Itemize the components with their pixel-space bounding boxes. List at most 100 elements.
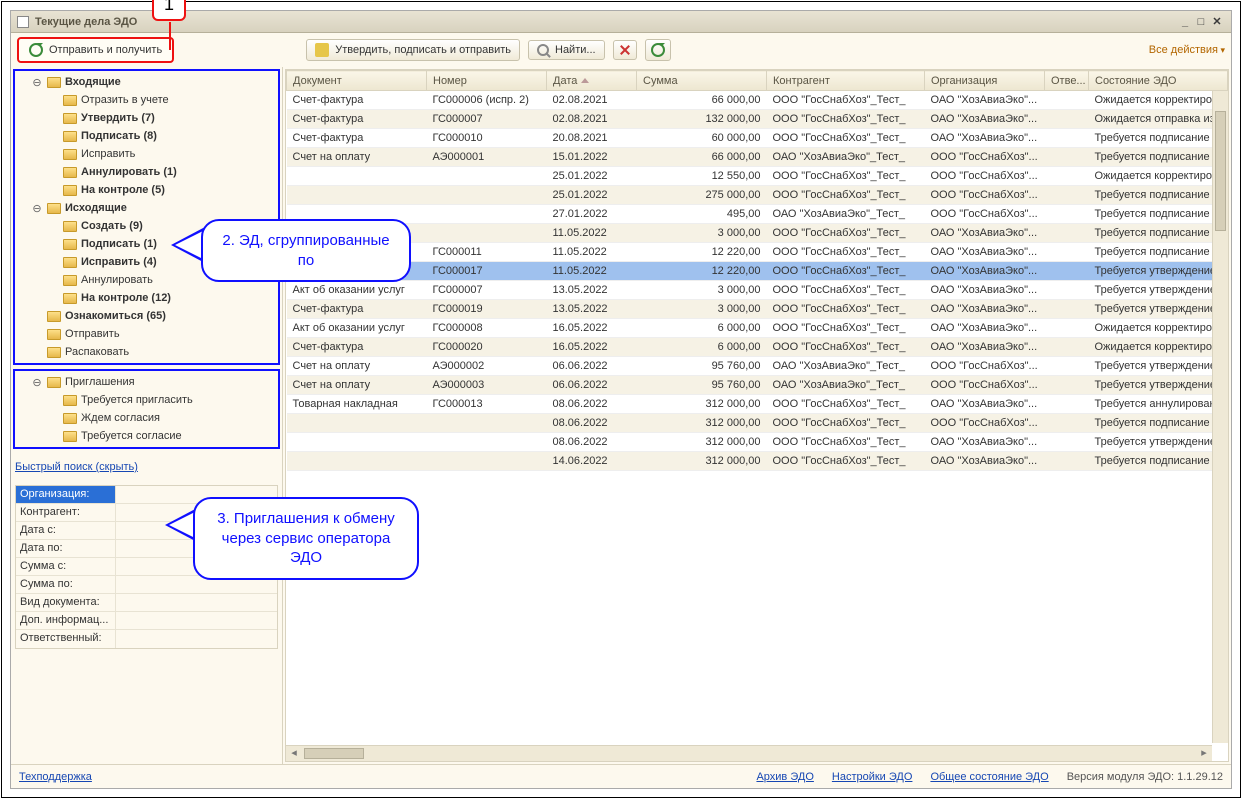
table-row[interactable]: 27.01.2022495,00ОАО "ХозАвиаЭко"_Тест_ОО… [287,205,1228,224]
table-row[interactable]: Счет-фактураГС00002016.05.20226 000,00ОО… [287,338,1228,357]
table-row[interactable]: 14.06.2022312 000,00ООО "ГосСнабХоз"_Тес… [287,452,1228,471]
horizontal-scrollbar[interactable]: ◂ ▸ [286,745,1212,761]
tree-item[interactable]: Утвердить (7) [15,109,278,127]
table-cell: Счет на оплату [287,357,427,376]
table-cell: 02.08.2021 [547,91,637,110]
tree-item[interactable]: Отразить в учете [15,91,278,109]
col-document[interactable]: Документ [287,71,427,91]
filter-value[interactable] [116,630,277,648]
folder-icon [47,77,61,88]
clear-icon [619,44,631,56]
data-grid[interactable]: Документ Номер Дата Сумма Контрагент Орг… [285,69,1229,762]
table-cell: ООО "ГосСнабХоз"... [925,186,1045,205]
table-cell: ОАО "ХозАвиаЭко"_Тест_ [767,148,925,167]
table-row[interactable]: Счет-фактураГС00001020.08.202160 000,00О… [287,129,1228,148]
col-edo-state[interactable]: Состояние ЭДО [1089,71,1228,91]
archive-link[interactable]: Архив ЭДО [756,771,813,783]
footer: Техподдержка Архив ЭДО Настройки ЭДО Общ… [11,764,1231,788]
tree-item[interactable]: Ждем согласия [15,409,278,427]
find-button[interactable]: Найти... [528,40,605,60]
table-row[interactable]: 11.05.20223 000,00ООО "ГосСнабХоз"_Тест_… [287,224,1228,243]
table-cell: Ожидается корректиро [1089,167,1228,186]
table-cell: Акт об оказании услуг [287,319,427,338]
folder-icon [63,149,77,160]
table-cell [1045,167,1089,186]
table-row[interactable]: 25.01.202212 550,00ООО "ГосСнабХоз"_Тест… [287,167,1228,186]
tree-item[interactable]: ⊖Исходящие [15,199,278,217]
hscroll-left-arrow[interactable]: ◂ [286,746,302,761]
vscroll-thumb[interactable] [1215,111,1226,231]
col-sum[interactable]: Сумма [637,71,767,91]
all-actions-dropdown[interactable]: Все действия [1149,44,1225,56]
table-row[interactable]: Акт об оказании услугГС00000713.05.20223… [287,281,1228,300]
expand-toggle-icon[interactable]: ⊖ [31,202,43,215]
table-row[interactable]: Счет на оплатуАЭ00000306.06.202295 760,0… [287,376,1228,395]
folder-icon [47,377,61,388]
tree-item[interactable]: На контроле (5) [15,181,278,199]
expand-toggle-icon[interactable]: ⊖ [31,76,43,89]
tree-item[interactable]: Распаковать [15,343,278,361]
tree-item[interactable]: На контроле (12) [15,289,278,307]
col-date[interactable]: Дата [547,71,637,91]
tree-item[interactable]: Требуется пригласить [15,391,278,409]
table-row[interactable]: Счет-фактураГС00000702.08.2021132 000,00… [287,110,1228,129]
table-row[interactable]: 25.01.2022275 000,00ООО "ГосСнабХоз"_Тес… [287,186,1228,205]
table-row[interactable]: Счет-фактураГС00001711.05.202212 220,00О… [287,262,1228,281]
col-responsible[interactable]: Отве... [1045,71,1089,91]
quick-search-toggle[interactable]: Быстрый поиск (скрыть) [11,451,282,483]
folder-icon [63,113,77,124]
tree-item[interactable]: Отправить [15,325,278,343]
tree-item[interactable]: Исправить [15,145,278,163]
filter-label: Вид документа: [16,594,116,611]
clear-filter-button[interactable] [613,40,637,60]
send-receive-button[interactable]: Отправить и получить [17,37,174,63]
filter-label: Сумма по: [16,576,116,593]
table-cell: ГС000006 (испр. 2) [427,91,547,110]
col-organization[interactable]: Организация [925,71,1045,91]
hscroll-right-arrow[interactable]: ▸ [1196,746,1212,761]
close-button[interactable]: ✕ [1209,15,1225,28]
table-cell: Счет на оплату [287,376,427,395]
table-cell: ГС000010 [427,129,547,148]
table-cell [427,414,547,433]
table-row[interactable]: Товарная накладнаяГС00001111.05.202212 2… [287,243,1228,262]
expand-toggle-icon[interactable]: ⊖ [31,376,43,389]
table-row[interactable]: 08.06.2022312 000,00ООО "ГосСнабХоз"_Тес… [287,414,1228,433]
col-number[interactable]: Номер [427,71,547,91]
hscroll-thumb[interactable] [304,748,364,759]
refresh-button[interactable] [645,39,671,61]
tree-item[interactable]: ⊖ Входящие [15,73,278,91]
table-row[interactable]: Счет-фактураГС00001913.05.20223 000,00ОО… [287,300,1228,319]
approve-sign-send-button[interactable]: Утвердить, подписать и отправить [306,39,520,61]
tree-item[interactable]: Подписать (8) [15,127,278,145]
tree-item-label: Ждем согласия [81,412,160,424]
support-link[interactable]: Техподдержка [19,771,92,783]
table-row[interactable]: Акт об оказании услугГС00000816.05.20226… [287,319,1228,338]
filter-row[interactable]: Вид документа: [16,594,277,612]
settings-link[interactable]: Настройки ЭДО [832,771,913,783]
tree-item[interactable]: Аннулировать (1) [15,163,278,181]
table-row[interactable]: 08.06.2022312 000,00ООО "ГосСнабХоз"_Тес… [287,433,1228,452]
tree-item[interactable]: ⊖Приглашения [15,373,278,391]
table-row[interactable]: Счет-фактураГС000006 (испр. 2)02.08.2021… [287,91,1228,110]
filter-value[interactable] [116,612,277,629]
table-row[interactable]: Счет на оплатуАЭ00000206.06.202295 760,0… [287,357,1228,376]
table-row[interactable]: Товарная накладнаяГС00001308.06.2022312 … [287,395,1228,414]
tree-item[interactable]: Требуется согласие [15,427,278,445]
status-link[interactable]: Общее состояние ЭДО [930,771,1048,783]
table-row[interactable]: Счет на оплатуАЭ00000115.01.202266 000,0… [287,148,1228,167]
tree-item-label: Подписать (8) [81,130,157,142]
tree-item-label: Входящие [65,76,121,88]
tree-item-label: Ознакомиться (65) [65,310,166,322]
filter-row[interactable]: Доп. информац... [16,612,277,630]
maximize-button[interactable]: □ [1193,16,1209,28]
tree-item[interactable]: Ознакомиться (65) [15,307,278,325]
table-cell: 12 550,00 [637,167,767,186]
filter-row[interactable]: Ответственный: [16,630,277,648]
vertical-scrollbar[interactable] [1212,91,1228,743]
filter-value[interactable] [116,594,277,611]
minimize-button[interactable]: _ [1177,16,1193,28]
col-contragent[interactable]: Контрагент [767,71,925,91]
table-cell: Товарная накладная [287,395,427,414]
tree-item-label: Исправить (4) [81,256,157,268]
